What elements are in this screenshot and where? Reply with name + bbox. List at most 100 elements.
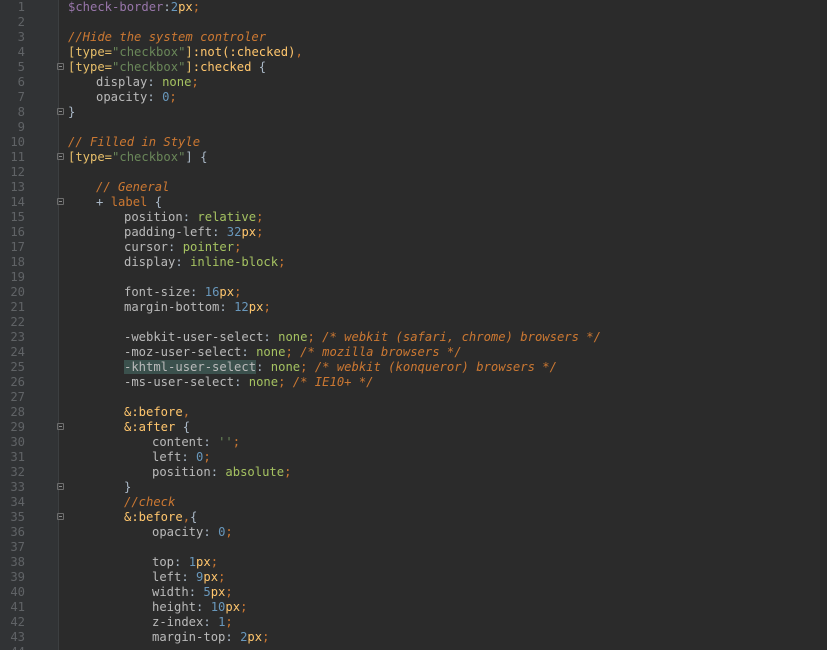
code-token: -khtml-user-select (124, 360, 257, 374)
code-line[interactable]: 11 [type="checkbox"] { (0, 150, 827, 165)
code-token: } (124, 480, 132, 494)
code-token: opacity (152, 525, 204, 539)
code-text: top: 1px; (152, 555, 218, 570)
code-token: ; (210, 555, 219, 569)
code-token: px (210, 585, 226, 599)
code-token: ; (284, 465, 292, 479)
code-line[interactable]: 39 left: 9px; (0, 570, 827, 585)
code-line[interactable]: 8} (0, 105, 827, 120)
code-token: z-index (152, 615, 204, 629)
fold-toggle-icon[interactable] (57, 198, 64, 205)
code-token: px (219, 285, 235, 299)
code-token: &:after (124, 420, 176, 434)
code-line[interactable]: 29 &:after { (0, 420, 827, 435)
code-line[interactable]: 28 &:before, (0, 405, 827, 420)
code-text: margin-bottom: 12px; (124, 300, 271, 315)
code-line[interactable]: 6 display: none; (0, 75, 827, 90)
code-line[interactable]: 36 opacity: 0; (0, 525, 827, 540)
code-token: px (241, 225, 257, 239)
code-token: margin-bottom (124, 300, 220, 314)
code-token: : (188, 585, 204, 599)
code-token: [type= (68, 60, 113, 74)
code-token: -webkit-user-select (124, 330, 264, 344)
fold-toggle-icon[interactable] (57, 423, 64, 430)
code-text: } (68, 105, 75, 120)
line-number: 43 (10, 630, 25, 644)
code-line[interactable]: 16 padding-left: 32px; (0, 225, 827, 240)
code-line[interactable]: 26 -ms-user-select: none; /* IE10+ */ (0, 375, 827, 390)
code-token: 32 (226, 225, 242, 239)
code-line[interactable]: 18 display: inline-block; (0, 255, 827, 270)
code-line[interactable]: 23 -webkit-user-select: none; /* webkit (… (0, 330, 827, 345)
code-token: relative (197, 210, 257, 224)
code-token: ; (225, 525, 233, 539)
code-line[interactable]: 35 &:before,{ (0, 510, 827, 525)
code-line[interactable]: 25 -khtml-user-select: none; /* webkit (k… (0, 360, 827, 375)
fold-toggle-icon[interactable] (57, 513, 64, 520)
code-line[interactable]: 31 left: 0; (0, 450, 827, 465)
code-line[interactable]: 1 $check-border:2px; (0, 0, 827, 15)
code-token: : (168, 240, 183, 254)
code-line[interactable]: 43 margin-top: 2px; (0, 630, 827, 645)
code-line[interactable]: 24 -moz-user-select: none; /* mozilla bro… (0, 345, 827, 360)
code-line[interactable]: 7 opacity: 0; (0, 90, 827, 105)
code-token: absolute (225, 465, 285, 479)
code-line[interactable]: 21 margin-bottom: 12px; (0, 300, 827, 315)
line-number: 41 (10, 600, 25, 614)
code-area[interactable]: 1 $check-border:2px; 2 3//Hide the system c… (0, 0, 827, 650)
code-line[interactable]: 30 content: ''; (0, 435, 827, 450)
code-line[interactable]: 10 // Filled in Style (0, 135, 827, 150)
code-text: [type="checkbox"] { (68, 150, 207, 165)
code-line[interactable]: 2 (0, 15, 827, 30)
code-line[interactable]: 14 + label { (0, 195, 827, 210)
code-token: // Filled in Style (68, 135, 201, 149)
code-line[interactable]: 34 //check (0, 495, 827, 510)
code-line[interactable]: 40 width: 5px; (0, 585, 827, 600)
code-token: &:before (124, 510, 183, 524)
code-line[interactable]: 5 [type="checkbox"]:checked { (0, 60, 827, 75)
code-line[interactable]: 4 [type="checkbox"]:not(:checked), (0, 45, 827, 60)
fold-toggle-icon[interactable] (57, 153, 64, 160)
code-token: $check-border (68, 0, 164, 14)
code-token: ; (234, 240, 242, 254)
code-text: $check-border:2px; (68, 0, 200, 15)
code-token: display (124, 255, 176, 269)
code-line[interactable]: 15 position: relative; (0, 210, 827, 225)
code-token: px (196, 555, 211, 569)
code-line[interactable]: 33} (0, 480, 827, 495)
code-token: position (124, 210, 183, 224)
code-token: ; (240, 600, 248, 614)
code-line[interactable]: 38 top: 1px; (0, 555, 827, 570)
code-line[interactable]: 12 (0, 165, 827, 180)
code-line[interactable]: 19 (0, 270, 827, 285)
line-number: 9 (17, 120, 25, 134)
code-token: ; (203, 450, 211, 464)
code-line[interactable]: 3 //Hide the system controler (0, 30, 827, 45)
code-line[interactable]: 27 (0, 390, 827, 405)
code-line[interactable]: 20 font-size: 16px; (0, 285, 827, 300)
fold-toggle-icon[interactable] (57, 483, 64, 490)
code-editor[interactable]: 1 $check-border:2px; 2 3//Hide the system c… (0, 0, 827, 650)
code-token: : (263, 330, 279, 344)
fold-toggle-icon[interactable] (57, 63, 64, 70)
code-line[interactable]: 9 (0, 120, 827, 135)
code-token: 12 (234, 300, 249, 314)
code-token: : (256, 360, 271, 374)
fold-toggle-icon[interactable] (57, 108, 64, 115)
code-token: : (190, 285, 205, 299)
line-number: 7 (17, 90, 25, 104)
code-token: : (203, 435, 219, 449)
line-number: 35 (10, 510, 25, 524)
code-line[interactable]: 37 (0, 540, 827, 555)
code-text: font-size: 16px; (124, 285, 241, 300)
code-line[interactable]: 17 cursor: pointer; (0, 240, 827, 255)
line-number: 19 (10, 270, 25, 284)
code-token: font-size (124, 285, 191, 299)
code-line[interactable]: 41 height: 10px; (0, 600, 827, 615)
code-line[interactable]: 22 (0, 315, 827, 330)
code-line[interactable]: 44 (0, 645, 827, 650)
code-line[interactable]: 13 // General (0, 180, 827, 195)
code-token: : (174, 555, 189, 569)
code-line[interactable]: 42 z-index: 1; (0, 615, 827, 630)
code-line[interactable]: 32 position: absolute; (0, 465, 827, 480)
